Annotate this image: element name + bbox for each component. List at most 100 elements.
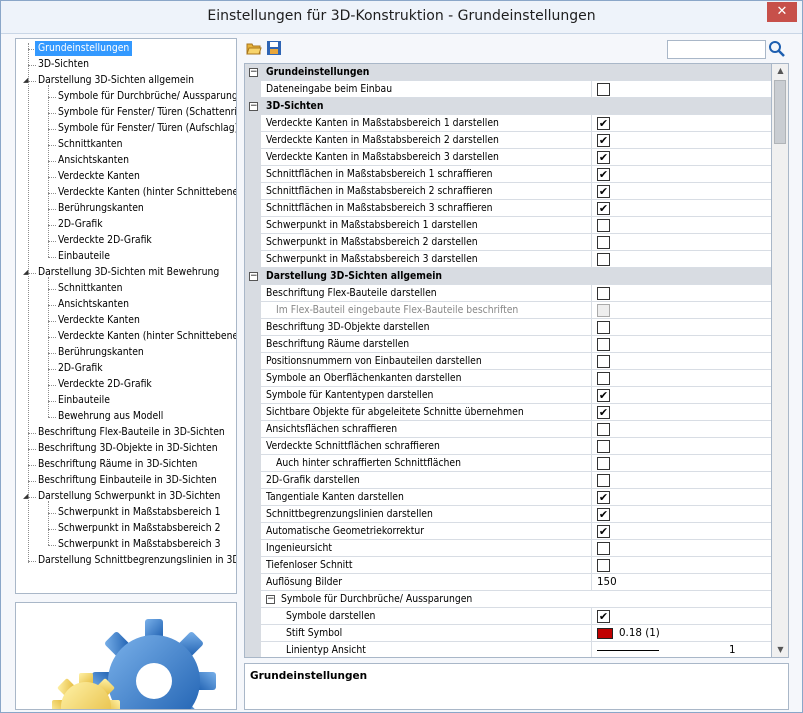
property-row[interactable]: Auflösung Bilder 150 bbox=[245, 574, 771, 591]
value-text[interactable]: 0.18 (1) bbox=[619, 625, 660, 642]
tree-item[interactable]: Beschriftung Flex-Bauteile in 3D-Sichten bbox=[38, 425, 225, 440]
collapse-icon[interactable]: − bbox=[266, 595, 275, 604]
checkbox[interactable]: ✔ bbox=[597, 202, 610, 215]
checkbox[interactable] bbox=[597, 355, 610, 368]
property-row[interactable]: 2D-Grafik darstellen bbox=[245, 472, 771, 489]
tree-item[interactable]: Schnittkanten bbox=[58, 137, 123, 152]
property-value[interactable]: ✔ bbox=[593, 523, 771, 540]
checkbox[interactable] bbox=[597, 321, 610, 334]
property-value[interactable]: ✔ bbox=[593, 132, 771, 149]
property-row[interactable]: Schnittflächen in Maßstabsbereich 1 schr… bbox=[245, 166, 771, 183]
tree-item[interactable]: Berührungskanten bbox=[58, 345, 144, 360]
checkbox[interactable] bbox=[597, 440, 610, 453]
scroll-down-icon[interactable]: ▼ bbox=[772, 643, 789, 657]
property-row[interactable]: Dateneingabe beim Einbau bbox=[245, 81, 771, 98]
property-value[interactable]: ✔ bbox=[593, 608, 771, 625]
property-value[interactable]: ✔ bbox=[593, 183, 771, 200]
checkbox[interactable] bbox=[597, 457, 610, 470]
checkbox[interactable]: ✔ bbox=[597, 185, 610, 198]
scroll-up-icon[interactable]: ▲ bbox=[772, 64, 789, 78]
tree-item[interactable]: Verdeckte Kanten (hinter Schnittebene) bbox=[58, 329, 236, 344]
property-value[interactable]: ✔ bbox=[593, 115, 771, 132]
tree-item[interactable]: Verdeckte Kanten bbox=[58, 169, 140, 184]
search-input[interactable] bbox=[667, 40, 766, 59]
property-row[interactable]: Symbole darstellen ✔ bbox=[245, 608, 771, 625]
checkbox[interactable] bbox=[597, 338, 610, 351]
tree-item[interactable]: Darstellung 3D-Sichten allgemein bbox=[38, 73, 194, 88]
value-text[interactable]: 1 bbox=[729, 642, 736, 657]
checkbox[interactable]: ✔ bbox=[597, 168, 610, 181]
property-value[interactable]: ✔ bbox=[593, 200, 771, 217]
tree-item[interactable]: Symbole für Fenster/ Türen (Aufschlag) bbox=[58, 121, 236, 136]
property-value[interactable] bbox=[593, 370, 771, 387]
property-value[interactable]: 150 bbox=[593, 574, 771, 591]
tree-item[interactable]: Schwerpunkt in Maßstabsbereich 2 bbox=[58, 521, 220, 536]
property-value[interactable] bbox=[593, 455, 771, 472]
tree-item[interactable]: Beschriftung 3D-Objekte in 3D-Sichten bbox=[38, 441, 218, 456]
checkbox[interactable] bbox=[597, 372, 610, 385]
property-value[interactable] bbox=[593, 285, 771, 302]
tree-item[interactable]: Einbauteile bbox=[58, 393, 110, 408]
property-row[interactable]: Sichtbare Objekte für abgeleitete Schnit… bbox=[245, 404, 771, 421]
tree-item[interactable]: Bewehrung aus Modell bbox=[58, 409, 163, 424]
open-folder-icon[interactable] bbox=[246, 40, 262, 56]
tree-item[interactable]: Ansichtskanten bbox=[58, 297, 129, 312]
collapse-icon[interactable]: − bbox=[249, 102, 258, 111]
property-value[interactable]: 0.18 (1) bbox=[593, 625, 771, 642]
tree-item[interactable]: Schwerpunkt in Maßstabsbereich 3 bbox=[58, 537, 220, 552]
property-row[interactable]: Schnittbegrenzungslinien darstellen ✔ bbox=[245, 506, 771, 523]
property-value[interactable]: 1 bbox=[593, 642, 771, 657]
collapse-icon[interactable]: − bbox=[249, 272, 258, 281]
property-value[interactable] bbox=[593, 302, 771, 319]
property-row[interactable]: Verdeckte Kanten in Maßstabsbereich 1 da… bbox=[245, 115, 771, 132]
checkbox[interactable] bbox=[597, 287, 610, 300]
checkbox[interactable] bbox=[597, 559, 610, 572]
property-row[interactable]: Stift Symbol 0.18 (1) bbox=[245, 625, 771, 642]
property-value[interactable]: ✔ bbox=[593, 166, 771, 183]
property-value[interactable] bbox=[593, 81, 771, 98]
property-value[interactable] bbox=[593, 540, 771, 557]
checkbox[interactable]: ✔ bbox=[597, 389, 610, 402]
tree-item[interactable]: Darstellung Schnittbegrenzungslinien in … bbox=[38, 553, 236, 568]
property-row[interactable]: Beschriftung Räume darstellen bbox=[245, 336, 771, 353]
property-row[interactable]: Symbole für Durchbrüche/ Aussparungen − bbox=[245, 591, 771, 608]
checkbox[interactable]: ✔ bbox=[597, 406, 610, 419]
tree-item[interactable]: Verdeckte 2D-Grafik bbox=[58, 377, 152, 392]
checkbox[interactable]: ✔ bbox=[597, 610, 610, 623]
checkbox[interactable]: ✔ bbox=[597, 508, 610, 521]
tree-item[interactable]: Schnittkanten bbox=[58, 281, 123, 296]
property-value[interactable]: ✔ bbox=[593, 489, 771, 506]
save-icon[interactable] bbox=[266, 40, 282, 56]
property-value[interactable]: ✔ bbox=[593, 506, 771, 523]
tree-item[interactable]: 3D-Sichten bbox=[38, 57, 89, 72]
checkbox[interactable] bbox=[597, 219, 610, 232]
property-row[interactable]: Schwerpunkt in Maßstabsbereich 1 darstel… bbox=[245, 217, 771, 234]
property-value[interactable] bbox=[593, 217, 771, 234]
property-value[interactable] bbox=[593, 557, 771, 574]
tree-item[interactable]: Darstellung 3D-Sichten mit Bewehrung bbox=[38, 265, 219, 280]
tree-item[interactable]: 2D-Grafik bbox=[58, 217, 103, 232]
property-value[interactable] bbox=[593, 336, 771, 353]
property-row[interactable]: Verdeckte Kanten in Maßstabsbereich 3 da… bbox=[245, 149, 771, 166]
property-value[interactable] bbox=[593, 234, 771, 251]
collapse-icon[interactable]: − bbox=[249, 68, 258, 77]
checkbox[interactable]: ✔ bbox=[597, 151, 610, 164]
checkbox[interactable]: ✔ bbox=[597, 117, 610, 130]
checkbox[interactable] bbox=[597, 542, 610, 555]
property-row[interactable]: Auch hinter schraffierten Schnittflächen bbox=[245, 455, 771, 472]
property-row[interactable]: Tiefenloser Schnitt bbox=[245, 557, 771, 574]
property-row[interactable]: Tangentiale Kanten darstellen ✔ bbox=[245, 489, 771, 506]
property-row[interactable]: Ansichtsflächen schraffieren bbox=[245, 421, 771, 438]
property-value[interactable] bbox=[593, 472, 771, 489]
property-value[interactable]: ✔ bbox=[593, 387, 771, 404]
tree-item[interactable]: Berührungskanten bbox=[58, 201, 144, 216]
property-row[interactable]: Verdeckte Kanten in Maßstabsbereich 2 da… bbox=[245, 132, 771, 149]
property-value[interactable]: ✔ bbox=[593, 149, 771, 166]
tree-item[interactable]: Ansichtskanten bbox=[58, 153, 129, 168]
checkbox[interactable] bbox=[597, 236, 610, 249]
property-value[interactable] bbox=[593, 421, 771, 438]
category-row[interactable]: − Darstellung 3D-Sichten allgemein bbox=[245, 268, 771, 285]
property-row[interactable]: Schnittflächen in Maßstabsbereich 3 schr… bbox=[245, 200, 771, 217]
property-row[interactable]: Schwerpunkt in Maßstabsbereich 3 darstel… bbox=[245, 251, 771, 268]
tree-item[interactable]: Beschriftung Einbauteile in 3D-Sichten bbox=[38, 473, 217, 488]
